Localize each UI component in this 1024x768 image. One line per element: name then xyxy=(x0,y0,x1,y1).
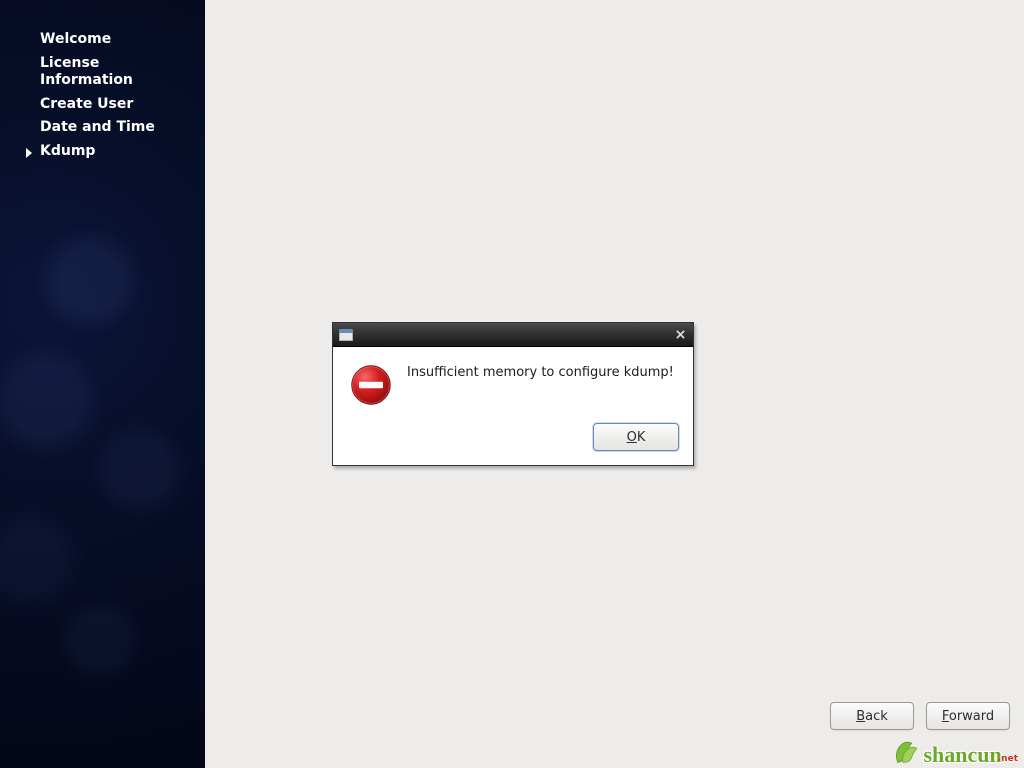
back-button-label: Back xyxy=(856,709,888,724)
sidebar-item-kdump[interactable]: Kdump xyxy=(0,140,205,164)
ok-button-label: OK xyxy=(627,430,646,445)
sidebar: Welcome License Information Create User … xyxy=(0,0,205,768)
close-icon[interactable] xyxy=(673,328,687,342)
dialog-actions: OK xyxy=(333,415,693,465)
dialog-titlebar[interactable] xyxy=(333,323,693,347)
forward-button[interactable]: Forward xyxy=(926,702,1010,730)
error-dialog: Insufficient memory to configure kdump! … xyxy=(332,322,694,466)
sidebar-item-license[interactable]: License Information xyxy=(0,52,205,93)
back-button[interactable]: Back xyxy=(830,702,914,730)
sidebar-item-label: License Information xyxy=(40,55,133,89)
sidebar-item-date-time[interactable]: Date and Time xyxy=(0,116,205,140)
sidebar-item-welcome[interactable]: Welcome xyxy=(0,28,205,52)
forward-button-label: Forward xyxy=(942,709,994,724)
window-icon xyxy=(339,329,353,341)
sidebar-item-label: Date and Time xyxy=(40,119,155,135)
footer-buttons: Back Forward xyxy=(830,702,1010,730)
sidebar-item-create-user[interactable]: Create User xyxy=(0,93,205,117)
sidebar-item-label: Create User xyxy=(40,96,133,112)
dialog-message: Insufficient memory to configure kdump! xyxy=(407,363,674,380)
ok-button[interactable]: OK xyxy=(593,423,679,451)
error-icon xyxy=(349,363,393,407)
sidebar-item-label: Welcome xyxy=(40,31,111,47)
dialog-body: Insufficient memory to configure kdump! xyxy=(333,347,693,415)
sidebar-item-label: Kdump xyxy=(40,143,95,159)
